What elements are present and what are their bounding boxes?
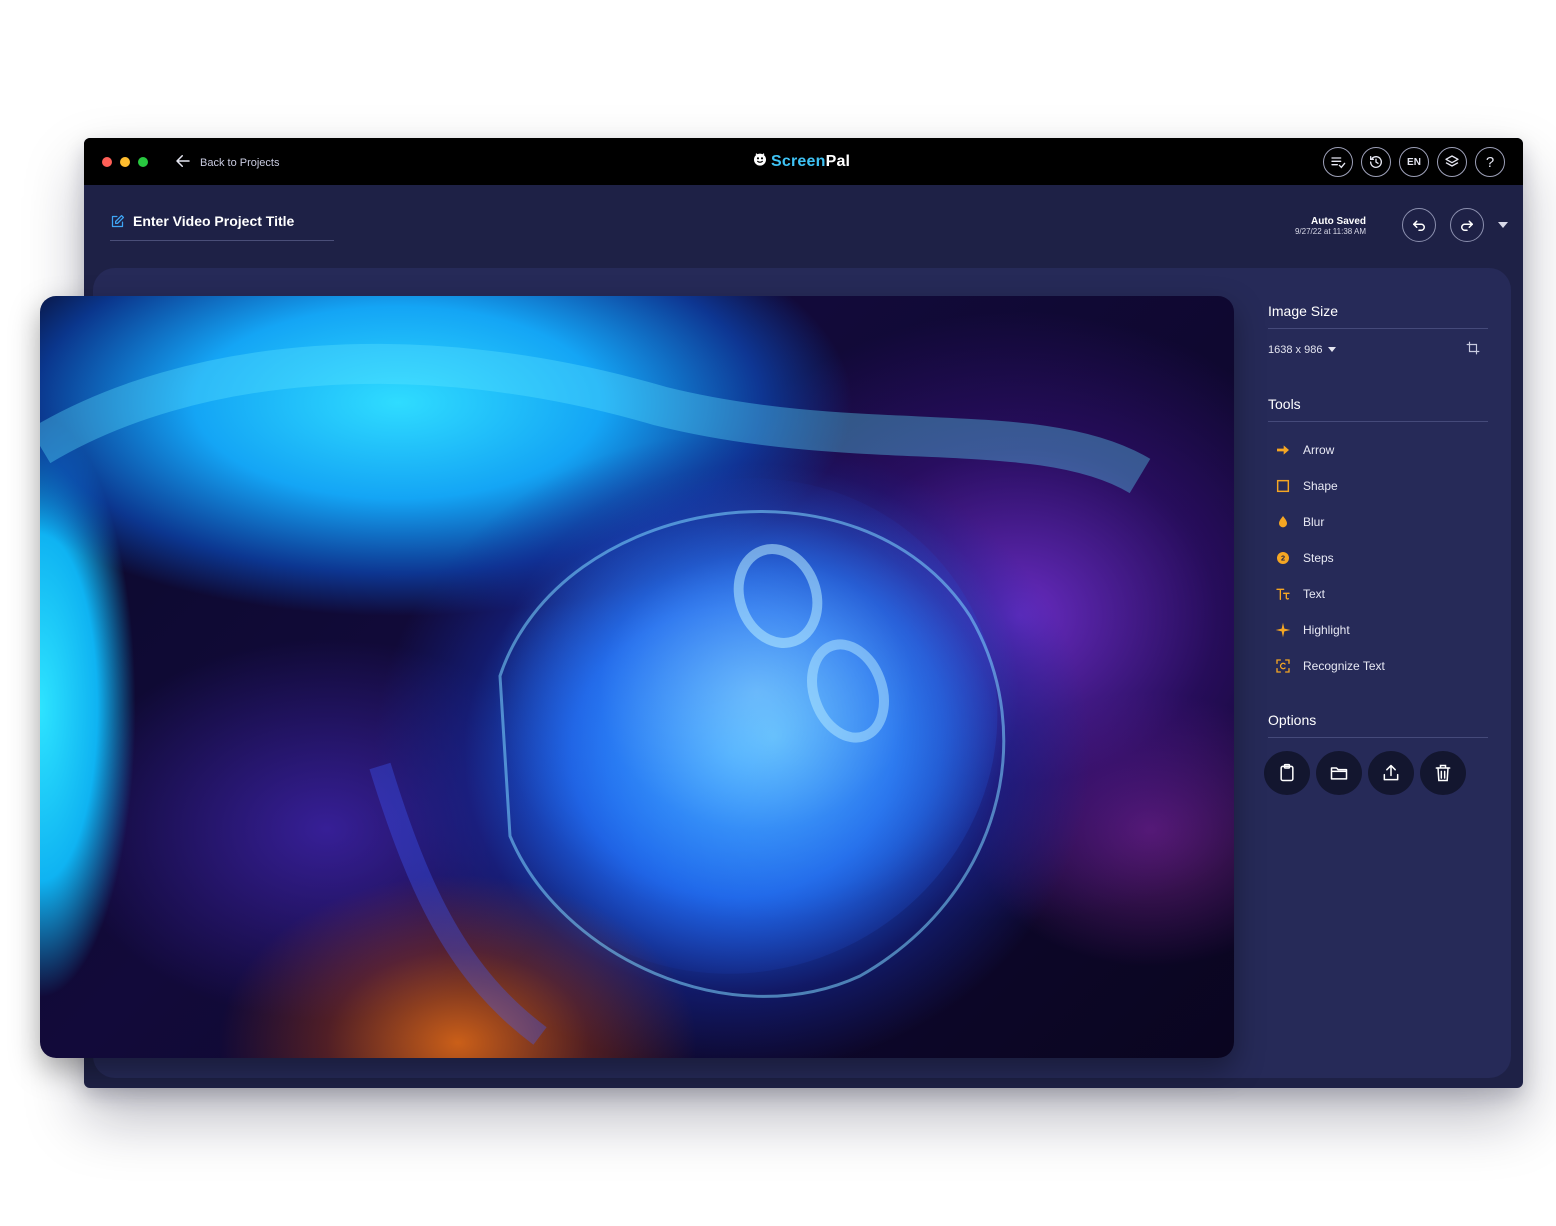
logo-text-pal: Pal bbox=[825, 152, 851, 170]
chevron-down-icon bbox=[1328, 347, 1337, 352]
tool-highlight[interactable]: Highlight bbox=[1268, 612, 1488, 648]
delete-button[interactable] bbox=[1420, 751, 1466, 795]
crop-icon bbox=[1466, 341, 1480, 355]
top-toolbar: EN ? bbox=[1323, 147, 1505, 177]
upload-button[interactable] bbox=[1368, 751, 1414, 795]
layers-icon bbox=[1445, 155, 1459, 167]
image-size-title: Image Size bbox=[1268, 303, 1488, 329]
minimize-window-button[interactable] bbox=[120, 157, 130, 167]
history-button[interactable] bbox=[1361, 147, 1391, 177]
recognize-text-icon bbox=[1275, 658, 1291, 674]
tool-label: Text bbox=[1303, 587, 1326, 601]
tool-label: Blur bbox=[1303, 515, 1325, 529]
help-icon: ? bbox=[1485, 153, 1495, 171]
layers-button[interactable] bbox=[1437, 147, 1467, 177]
tool-text[interactable]: Text bbox=[1268, 576, 1488, 612]
tools-section: Tools Arrow Shape Blur 2 Steps Text High… bbox=[1268, 396, 1488, 684]
redo-button[interactable] bbox=[1450, 208, 1484, 242]
tool-arrow[interactable]: Arrow bbox=[1268, 432, 1488, 468]
history-dropdown-caret[interactable] bbox=[1498, 222, 1508, 228]
image-size-select[interactable]: 1638 x 986 bbox=[1268, 343, 1337, 356]
back-to-projects-button[interactable]: Back to Projects bbox=[174, 152, 279, 173]
shape-icon bbox=[1275, 478, 1291, 494]
upload-icon bbox=[1383, 764, 1399, 781]
back-label: Back to Projects bbox=[200, 156, 280, 169]
properties-panel: Image Size 1638 x 986 Tools Arrow Shape bbox=[1264, 303, 1488, 795]
options-section: Options bbox=[1264, 712, 1488, 795]
project-title-placeholder: Enter Video Project Title bbox=[133, 213, 295, 229]
maximize-window-button[interactable] bbox=[138, 157, 148, 167]
tool-shape[interactable]: Shape bbox=[1268, 468, 1488, 504]
logo-icon bbox=[752, 151, 768, 172]
close-window-button[interactable] bbox=[102, 157, 112, 167]
language-button[interactable]: EN bbox=[1399, 147, 1429, 177]
blur-icon bbox=[1275, 514, 1291, 530]
playlist-check-button[interactable] bbox=[1323, 147, 1353, 177]
autosave-time: 9/27/22 at 11:38 AM bbox=[1294, 227, 1366, 236]
canvas-image[interactable] bbox=[40, 296, 1234, 1058]
tool-list: Arrow Shape Blur 2 Steps Text Highlight … bbox=[1268, 432, 1488, 684]
arrow-icon bbox=[1275, 442, 1291, 458]
window-controls bbox=[102, 157, 148, 167]
project-title-field[interactable]: Enter Video Project Title bbox=[110, 213, 334, 241]
jellyfish-image bbox=[40, 343, 1151, 1045]
undo-icon bbox=[1413, 220, 1425, 231]
steps-icon: 2 bbox=[1275, 550, 1291, 566]
copy-to-clipboard-button[interactable] bbox=[1264, 751, 1310, 795]
open-folder-button[interactable] bbox=[1316, 751, 1362, 795]
project-bar: Enter Video Project Title Auto Saved 9/2… bbox=[84, 185, 1523, 270]
undo-button[interactable] bbox=[1402, 208, 1436, 242]
text-icon bbox=[1275, 586, 1291, 602]
autosave-label: Auto Saved bbox=[1310, 216, 1366, 227]
clipboard-icon bbox=[1280, 763, 1294, 782]
tool-label: Shape bbox=[1303, 479, 1338, 493]
arrow-left-icon bbox=[174, 152, 192, 173]
logo-text-screen: Screen bbox=[771, 152, 826, 170]
crop-button[interactable] bbox=[1466, 341, 1480, 358]
tools-title: Tools bbox=[1268, 396, 1488, 422]
redo-icon bbox=[1461, 220, 1473, 231]
autosave-status: Auto Saved 9/27/22 at 11:38 AM bbox=[1295, 217, 1366, 237]
screenpal-logo: Screen Pal bbox=[752, 151, 850, 172]
tool-label: Steps bbox=[1303, 551, 1334, 565]
image-size-row: 1638 x 986 bbox=[1268, 341, 1488, 358]
help-button[interactable]: ? bbox=[1475, 147, 1505, 177]
tool-blur[interactable]: Blur bbox=[1268, 504, 1488, 540]
tool-label: Highlight bbox=[1303, 623, 1350, 637]
playlist-check-icon bbox=[1331, 157, 1346, 169]
image-size-value: 1638 x 986 bbox=[1268, 343, 1323, 356]
folder-icon bbox=[1330, 767, 1348, 780]
svg-text:2: 2 bbox=[1281, 554, 1285, 563]
undo-redo-controls bbox=[1402, 208, 1508, 242]
edit-icon bbox=[111, 214, 125, 228]
options-row bbox=[1264, 751, 1488, 795]
tool-label: Arrow bbox=[1303, 443, 1335, 457]
options-title: Options bbox=[1268, 712, 1488, 738]
language-label: EN bbox=[1407, 156, 1421, 168]
tool-steps[interactable]: 2 Steps bbox=[1268, 540, 1488, 576]
tool-label: Recognize Text bbox=[1303, 659, 1385, 673]
highlight-icon bbox=[1275, 622, 1291, 638]
trash-icon bbox=[1435, 764, 1451, 782]
title-bar: Back to Projects Screen Pal EN ? bbox=[84, 138, 1523, 185]
history-icon bbox=[1370, 156, 1382, 168]
tool-recognize-text[interactable]: Recognize Text bbox=[1268, 648, 1488, 684]
